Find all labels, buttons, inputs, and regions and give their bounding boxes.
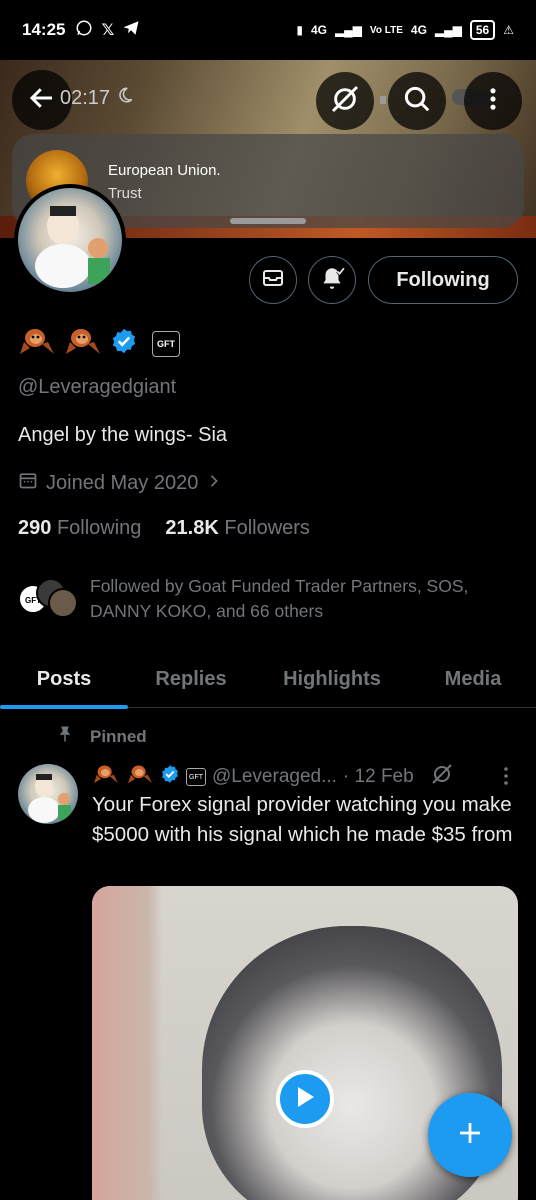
search-button[interactable] [388, 72, 446, 130]
pinned-label: Pinned [90, 726, 147, 746]
video-time-overlay: 02:17 [60, 86, 134, 110]
message-button[interactable] [249, 256, 297, 304]
post-date: · 12 Feb [342, 766, 414, 787]
pin-icon [56, 724, 74, 749]
back-arrow-icon [27, 83, 57, 118]
more-vertical-icon [479, 85, 507, 118]
notifications-button[interactable] [308, 256, 356, 304]
verified-badge-icon[interactable] [110, 327, 138, 360]
tab-replies[interactable]: Replies [128, 650, 254, 708]
avatar-image [18, 188, 122, 292]
followers-count: 21.8K [165, 517, 219, 539]
pinned-label-row: Pinned [56, 724, 147, 749]
post-text: Your Forex signal provider watching you … [92, 793, 513, 846]
followers-label: Followers [224, 517, 310, 539]
affiliate-badge[interactable]: GFT [152, 330, 180, 357]
tab-highlights[interactable]: Highlights [254, 650, 410, 708]
grok-icon [329, 83, 361, 120]
post-avatar[interactable] [18, 764, 78, 824]
play-button[interactable] [276, 1070, 334, 1128]
orangutan-emoji-icon [126, 762, 154, 792]
chevron-right-icon [206, 472, 222, 495]
pip-title: European Union. [108, 162, 221, 179]
search-icon [402, 84, 432, 119]
alert-icon: ⚠ [503, 23, 514, 37]
network-type-1: 4G [310, 23, 327, 37]
signal-icon-2: ▂▄▆ [434, 23, 462, 37]
post-header: GFT @Leveraged... · 12 Feb [92, 762, 522, 792]
orangutan-emoji-icon [18, 324, 56, 363]
followed-by-row[interactable]: GFT Followed by Goat Funded Trader Partn… [18, 574, 528, 624]
followed-by-avatars: GFT [18, 574, 78, 624]
message-icon [261, 266, 285, 295]
video-time: 02:17 [60, 86, 111, 109]
followed-by-text: Followed by Goat Funded Trader Partners,… [90, 576, 469, 621]
status-time: 14:25 [22, 20, 66, 39]
following-label: Following [56, 517, 142, 539]
orangutan-emoji-icon [64, 324, 102, 363]
notification-bell-icon [319, 265, 346, 296]
profile-avatar[interactable] [14, 184, 126, 296]
post-more-button[interactable] [496, 764, 516, 793]
following-count: 290 [18, 517, 52, 539]
video-background [92, 886, 162, 1200]
compose-post-button[interactable] [428, 1093, 512, 1177]
profile-bio: Angel by the wings- Sia [18, 424, 228, 446]
volte-label: Vo LTE [369, 24, 403, 36]
orangutan-emoji-icon [92, 762, 120, 792]
pip-subtitle: Trust [108, 185, 142, 202]
overlay-dot [380, 96, 386, 104]
pip-drag-handle[interactable] [230, 218, 306, 224]
post-handle[interactable]: @Leveraged... [212, 766, 337, 788]
tab-posts[interactable]: Posts [0, 650, 128, 709]
battery-indicator: 56 [469, 20, 496, 40]
tab-media[interactable]: Media [410, 650, 536, 708]
followers-stat[interactable]: 21.8K Followers [165, 517, 310, 540]
profile-tabs: Posts Replies Highlights Media [0, 650, 536, 709]
more-options-button[interactable] [464, 72, 522, 130]
follower-avatar [48, 588, 78, 618]
grok-icon[interactable] [430, 762, 454, 792]
following-stat[interactable]: 290 Following [18, 517, 141, 540]
display-name-row: GFT [18, 324, 180, 363]
grok-button[interactable] [316, 72, 374, 130]
following-button[interactable]: Following [368, 256, 518, 304]
x-logo-icon: 𝕏 [101, 22, 115, 39]
moon-icon [116, 86, 134, 110]
whatsapp-icon [75, 19, 93, 42]
signal-icon: ▂▄▆ [334, 23, 362, 37]
status-bar: 14:25 𝕏 ▮ 4G ▂▄▆ Vo LTE 4G ▂▄▆ 56 ⚠ [0, 0, 536, 60]
follow-stats: 290 Following 21.8K Followers [18, 517, 310, 540]
vibrate-icon: ▮ [296, 23, 303, 37]
verified-badge-icon [160, 764, 180, 790]
calendar-icon [18, 470, 38, 496]
telegram-icon [122, 19, 140, 42]
joined-date: Joined May 2020 [46, 471, 199, 494]
profile-handle: @Leveragedgiant [18, 376, 177, 398]
play-icon [294, 1085, 316, 1114]
affiliate-badge-small: GFT [186, 768, 206, 786]
joined-date-row[interactable]: Joined May 2020 [18, 470, 222, 496]
network-type-2: 4G [410, 23, 427, 37]
plus-icon [455, 1118, 485, 1153]
